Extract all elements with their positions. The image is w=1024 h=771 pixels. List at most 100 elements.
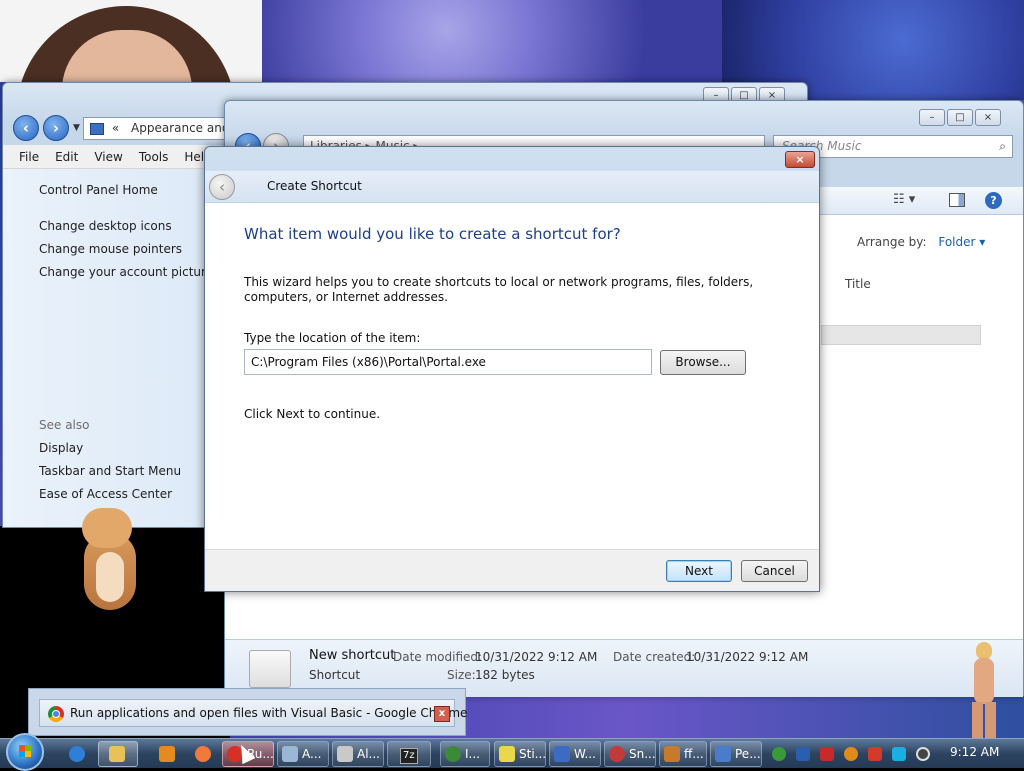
dialog-heading: What item would you like to create a sho… (244, 225, 621, 243)
minimize-button[interactable]: – (919, 109, 945, 126)
tray-search-icon[interactable] (844, 747, 858, 761)
tray-monitor-icon[interactable] (892, 747, 906, 761)
menu-bar: File Edit View Tools Help (3, 145, 223, 169)
7zip-icon: 7z (400, 748, 418, 764)
forward-arrow-icon[interactable]: › (43, 115, 69, 141)
chevron-down-icon[interactable]: ▾ (979, 235, 985, 249)
change-mouse-pointers-link[interactable]: Change mouse pointers (39, 242, 182, 256)
display-link[interactable]: Display (39, 441, 83, 455)
nav-buttons: ‹ › ▼ (13, 115, 80, 141)
taskbar-pin-ie[interactable] (58, 741, 94, 767)
taskbar-item-control-panel[interactable]: Pe... (710, 741, 762, 767)
taskbar-item-ffmpeg[interactable]: ff... (659, 741, 707, 767)
taskbar-item-label: A... (302, 747, 322, 761)
help-icon[interactable]: ? (985, 192, 1002, 209)
network-icon (445, 746, 461, 762)
arrange-by: Arrange by: Folder ▾ (857, 235, 985, 249)
ease-of-access-link[interactable]: Ease of Access Center (39, 487, 172, 501)
chrome-icon (48, 706, 64, 722)
location-label: Type the location of the item: (244, 331, 421, 345)
location-input[interactable]: C:\Program Files (x86)\Portal\Portal.exe (244, 349, 652, 375)
taskbar-start-menu-link[interactable]: Taskbar and Start Menu (39, 464, 181, 478)
tray-network-icon[interactable] (772, 747, 786, 761)
control-panel-icon (715, 746, 731, 762)
dialog-title: Create Shortcut (267, 179, 362, 193)
wallpaper-photo (0, 0, 262, 82)
taskbar-item-visual-basic[interactable]: W... (549, 741, 601, 767)
taskbar-item-label: Sti... (519, 747, 546, 761)
hamster-image (80, 508, 140, 612)
window-icon (282, 746, 298, 762)
maximize-button[interactable]: □ (947, 109, 973, 126)
control-panel-home-link[interactable]: Control Panel Home (39, 183, 158, 197)
internet-explorer-icon (69, 746, 85, 762)
detail-size-value: 182 bytes (475, 668, 535, 682)
taskbar-item-snipping-tool[interactable]: Sn... (604, 741, 656, 767)
detail-type: Shortcut (309, 668, 361, 682)
back-arrow-icon[interactable]: ‹ (209, 174, 235, 200)
preview-pane-icon[interactable] (949, 193, 965, 207)
recent-pages-dropdown-icon[interactable]: ▼ (73, 123, 80, 133)
browse-button[interactable]: Browse... (660, 350, 746, 375)
tray-app-icon[interactable] (796, 747, 810, 761)
change-desktop-icons-link[interactable]: Change desktop icons (39, 219, 172, 233)
column-header-title[interactable]: Title (845, 277, 871, 291)
dialog-body: What item would you like to create a sho… (205, 203, 819, 549)
view-options-icon[interactable]: ☷ ▾ (893, 192, 915, 207)
tooltip-title: Run applications and open files with Vis… (70, 706, 468, 720)
folder-icon (337, 746, 353, 762)
search-icon[interactable]: ⌕ (999, 136, 1006, 157)
taskbar-item-appearance[interactable]: A... (277, 741, 329, 767)
detail-size-label: Size: (447, 668, 476, 682)
see-also-heading: See also (39, 418, 90, 432)
next-button[interactable]: Next (666, 560, 732, 582)
shortcut-file-icon (249, 650, 291, 688)
start-button[interactable] (6, 733, 44, 771)
wizard-description: This wizard helps you to create shortcut… (244, 275, 754, 304)
taskbar-item-label: W... (574, 747, 596, 761)
arrange-by-dropdown[interactable]: Folder (938, 235, 975, 249)
taskbar-item-label: I... (465, 747, 480, 761)
close-button[interactable]: × (785, 151, 815, 168)
tooltip-close-button[interactable]: x (434, 706, 450, 722)
group-header-bar (821, 325, 981, 345)
dialog-header: ‹ Create Shortcut (205, 171, 819, 203)
menu-view[interactable]: View (94, 150, 122, 164)
taskbar-item-label: Al... (357, 747, 380, 761)
menu-file[interactable]: File (19, 150, 39, 164)
tray-antivirus-icon[interactable] (820, 747, 834, 761)
taskbar-pin-media-player[interactable] (148, 741, 184, 767)
taskbar-thumbnail-tooltip: Run applications and open files with Vis… (28, 688, 467, 736)
paint-icon (195, 746, 211, 762)
back-arrow-icon[interactable]: ‹ (13, 115, 39, 141)
menu-edit[interactable]: Edit (55, 150, 78, 164)
change-account-picture-link[interactable]: Change your account picture (39, 265, 213, 279)
notes-icon (499, 746, 515, 762)
taskbar-pin-explorer[interactable] (98, 741, 138, 767)
taskbar-pin-app[interactable] (184, 741, 220, 767)
tray-flag-icon[interactable] (868, 747, 882, 761)
media-player-icon (159, 746, 175, 762)
cancel-button[interactable]: Cancel (741, 560, 808, 582)
tasks-pane: Control Panel Home Change desktop icons … (3, 169, 223, 527)
caption-buttons: – □ × (919, 109, 1001, 126)
detail-name: New shortcut (309, 648, 396, 663)
close-button[interactable]: × (975, 109, 1001, 126)
create-shortcut-dialog[interactable]: × ‹ Create Shortcut What item would you … (204, 146, 820, 592)
taskbar-item-sticky-notes[interactable]: Sti... (494, 741, 546, 767)
tray-volume-icon[interactable] (916, 747, 930, 761)
tooltip-body[interactable]: Run applications and open files with Vis… (39, 699, 467, 727)
taskbar-item-label: ff... (684, 747, 704, 761)
taskbar-item-network[interactable]: I... (440, 741, 490, 767)
dialog-footer: Next Cancel (205, 549, 819, 591)
menu-tools[interactable]: Tools (139, 150, 169, 164)
arrange-by-label: Arrange by: (857, 235, 927, 249)
system-clock[interactable]: 9:12 AM (950, 745, 999, 759)
taskbar: Ru... A... Al... 7z I... Sti... W... Sn.… (0, 733, 1024, 771)
breadcrumb-overflow-chevron[interactable]: « (112, 121, 119, 135)
vb-icon (554, 746, 570, 762)
taskbar-item-folder[interactable]: Al... (332, 741, 384, 767)
taskbar-item-7zip[interactable]: 7z (387, 741, 431, 767)
taskbar-item-label: Pe... (735, 747, 761, 761)
dancer-image (962, 642, 1008, 738)
